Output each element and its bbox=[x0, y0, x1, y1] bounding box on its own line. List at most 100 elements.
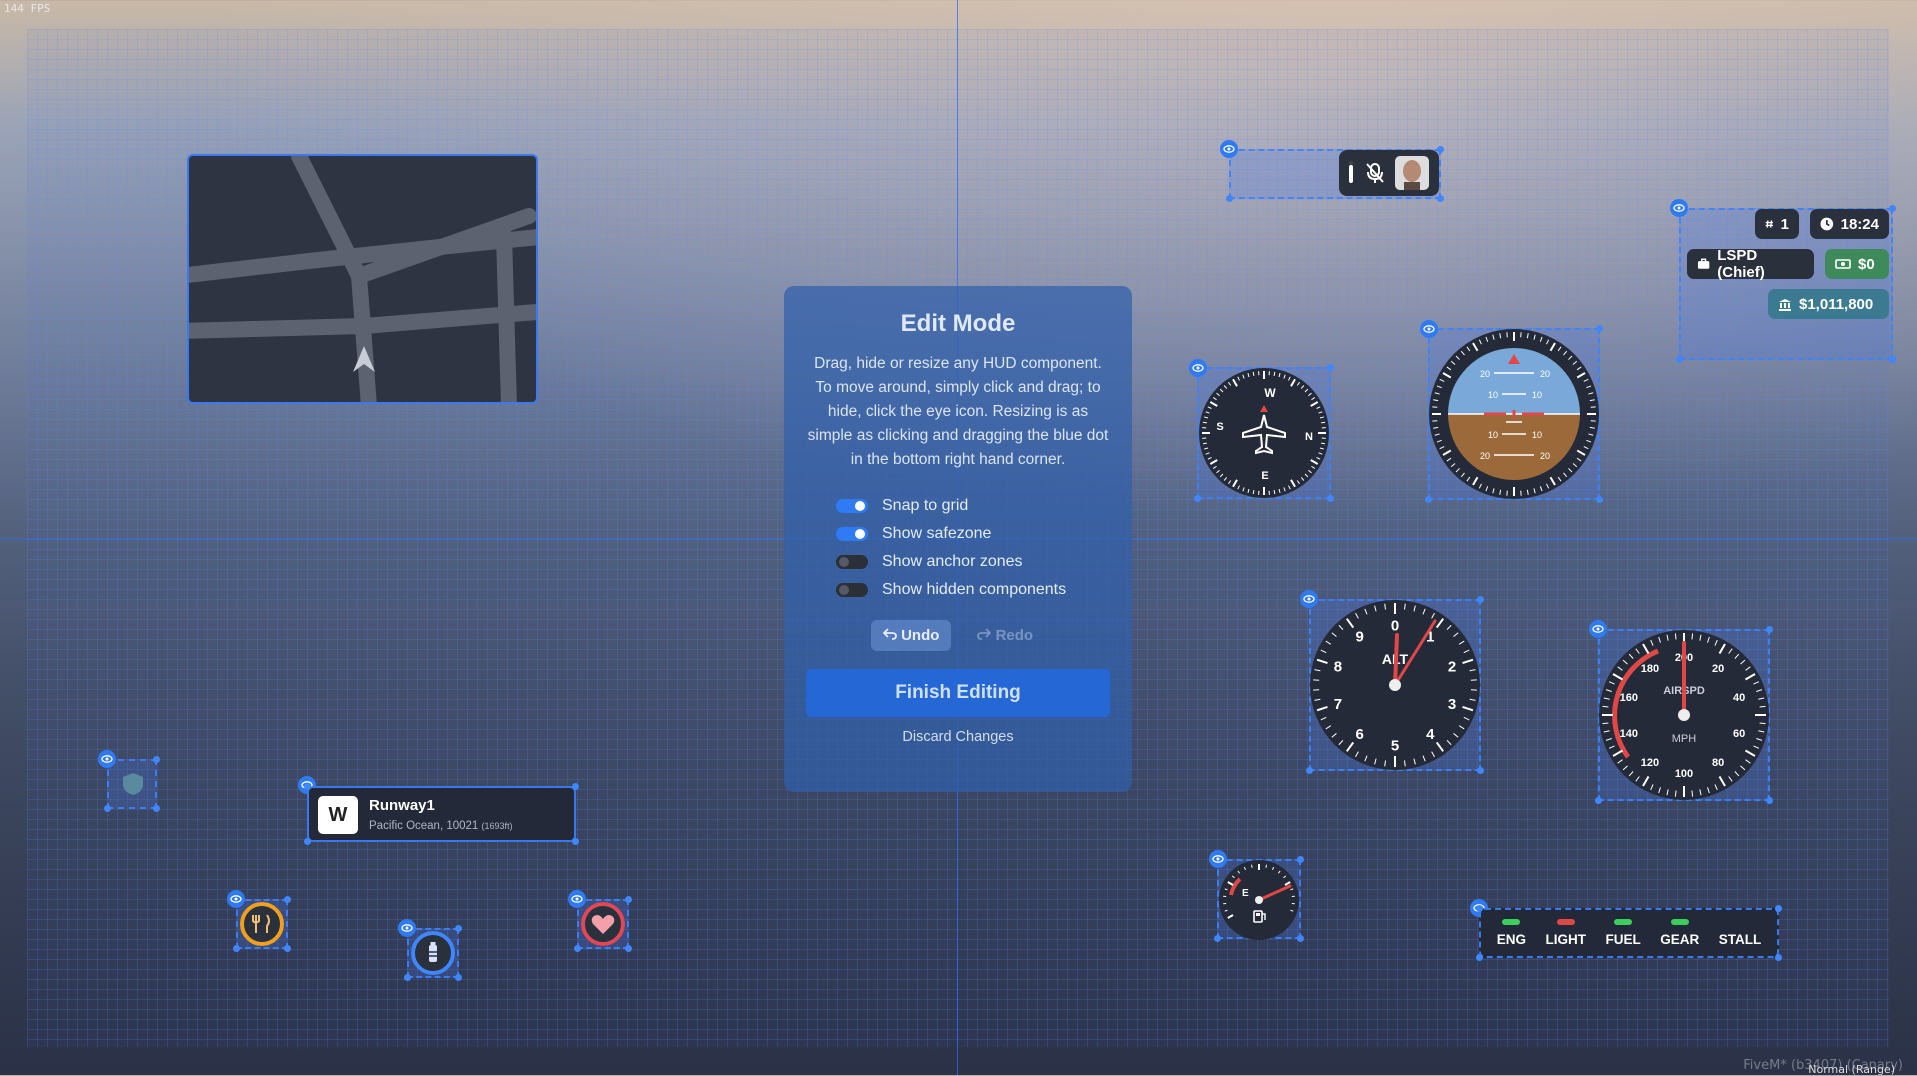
toggle-switch[interactable] bbox=[836, 555, 868, 569]
cash-pill: $0 bbox=[1825, 249, 1889, 279]
finish-editing-button[interactable]: Finish Editing bbox=[806, 669, 1110, 717]
compass-letter-w: W bbox=[1264, 386, 1276, 400]
thirst-status bbox=[408, 928, 458, 978]
server-id-pill: 1 bbox=[1755, 209, 1799, 239]
job-pill: LSPD (Chief) bbox=[1687, 249, 1814, 279]
undo-button[interactable]: Undo bbox=[871, 620, 952, 651]
gauge-tick bbox=[1760, 723, 1766, 724]
toggle-switch[interactable] bbox=[836, 499, 868, 513]
warning-lamp bbox=[1614, 919, 1632, 925]
warning-lights[interactable]: ENG LIGHT FUEL GEAR STALL bbox=[1479, 908, 1779, 958]
toggle-show-safezone[interactable]: Show safezone bbox=[836, 520, 1110, 548]
gauge-tick bbox=[1274, 372, 1275, 376]
job-label: LSPD (Chief) bbox=[1717, 247, 1804, 281]
gauge-tick bbox=[1602, 706, 1608, 707]
toggle-show-anchor-zones[interactable]: Show anchor zones bbox=[836, 548, 1110, 576]
gauge-tick bbox=[1253, 372, 1254, 376]
warning-lamp bbox=[1671, 919, 1689, 925]
gauge-tick bbox=[1253, 490, 1254, 494]
panel-description: Drag, hide or resize any HUD component. … bbox=[806, 352, 1110, 472]
eye-icon[interactable] bbox=[1670, 199, 1688, 217]
gauge-tick bbox=[1675, 633, 1676, 639]
hunger-status bbox=[237, 899, 287, 949]
attitude-indicator: 20 20 10 10 10 10 20 20 bbox=[1428, 328, 1600, 500]
zone-line: Pacific Ocean, 10021 (1693ft) bbox=[369, 820, 513, 832]
heading-indicator: W N S E bbox=[1197, 367, 1331, 499]
warning-lamp bbox=[1502, 919, 1520, 925]
toggle-snap-to-grid[interactable]: Snap to grid bbox=[836, 492, 1110, 520]
pitch-label: 10 bbox=[1488, 430, 1498, 440]
gauge-number: 20 bbox=[1712, 663, 1724, 675]
gauge-number: 140 bbox=[1620, 728, 1638, 740]
minimap-roads bbox=[189, 156, 538, 404]
gauge-tick bbox=[1321, 422, 1325, 423]
gauge-number: 6 bbox=[1356, 726, 1364, 743]
gauge-tick bbox=[1252, 865, 1253, 868]
clock-icon bbox=[1820, 217, 1834, 231]
warning-gear: GEAR bbox=[1660, 919, 1699, 947]
shield-icon bbox=[120, 771, 146, 797]
location-display[interactable]: W Runway1 Pacific Ocean, 10021 (1693ft) bbox=[307, 786, 576, 842]
fps-counter: 144 FPS bbox=[4, 2, 50, 15]
voice-box bbox=[1339, 150, 1439, 196]
gauge-number: 0 bbox=[1391, 617, 1399, 634]
gauge-number: 60 bbox=[1733, 728, 1745, 740]
gauge-tick bbox=[1321, 443, 1325, 444]
altimeter: 0123456789 ALT bbox=[1309, 599, 1481, 771]
pitch-label: 10 bbox=[1532, 390, 1542, 400]
gauge-number: 9 bbox=[1356, 629, 1364, 646]
bank-pill: $1,011,800 bbox=[1768, 289, 1889, 319]
zone-name: Pacific Ocean, 10021 bbox=[369, 820, 478, 832]
health-status bbox=[578, 899, 628, 949]
gauge-number: 7 bbox=[1334, 696, 1342, 713]
eye-icon[interactable] bbox=[1220, 140, 1238, 158]
pitch-label: 20 bbox=[1480, 451, 1490, 461]
discard-changes-button[interactable]: Discard Changes bbox=[806, 729, 1110, 745]
bank-icon bbox=[1778, 298, 1792, 311]
altitude-text: (1693ft) bbox=[482, 821, 513, 831]
compass-letter-e: E bbox=[1261, 470, 1268, 482]
warning-light: LIGHT bbox=[1545, 919, 1586, 947]
gauge-number: 80 bbox=[1712, 757, 1724, 769]
warning-stall: STALL bbox=[1719, 919, 1762, 947]
toggle-show-hidden-components[interactable]: Show hidden components bbox=[836, 576, 1110, 604]
pitch-label: 10 bbox=[1532, 430, 1542, 440]
minimap[interactable] bbox=[187, 154, 538, 404]
gauge-tick bbox=[1692, 633, 1693, 639]
avatar bbox=[1395, 156, 1429, 190]
briefcase-icon bbox=[1697, 258, 1710, 270]
hash-icon bbox=[1765, 218, 1774, 230]
gauge-tick bbox=[1203, 422, 1207, 423]
gauge-tick bbox=[1760, 706, 1766, 707]
altimeter-needle-short bbox=[1395, 635, 1397, 685]
time-pill: 18:24 bbox=[1810, 209, 1889, 239]
cash-icon bbox=[1835, 258, 1851, 270]
gauge-number: 2 bbox=[1448, 659, 1456, 676]
panel-title: Edit Mode bbox=[806, 310, 1110, 338]
toggle-switch[interactable] bbox=[836, 583, 868, 597]
compass-letter-n: N bbox=[1305, 431, 1313, 443]
gauge-tick bbox=[1692, 791, 1693, 797]
toggle-switch[interactable] bbox=[836, 527, 868, 541]
edit-mode-panel: Edit Mode Drag, hide or resize any HUD c… bbox=[784, 286, 1132, 792]
pitch-label: 10 bbox=[1488, 390, 1498, 400]
gauge-tick bbox=[1274, 490, 1275, 494]
airspeed-unit: MPH bbox=[1672, 733, 1697, 745]
warning-lamp bbox=[1557, 919, 1575, 925]
pitch-label: 20 bbox=[1540, 451, 1550, 461]
warning-fuel: FUEL bbox=[1605, 919, 1640, 947]
redo-button[interactable]: Redo bbox=[965, 620, 1045, 651]
undo-icon bbox=[883, 628, 897, 640]
warning-eng: ENG bbox=[1497, 919, 1526, 947]
gauge-tick bbox=[1675, 791, 1676, 797]
voice-range-icon bbox=[1347, 161, 1355, 185]
mic-muted-icon bbox=[1365, 162, 1385, 184]
gauge-number: 160 bbox=[1620, 692, 1638, 704]
fivem-watermark-sub: Normal (Range) bbox=[1808, 1063, 1895, 1076]
eye-icon[interactable] bbox=[98, 750, 116, 768]
cash-amount: $0 bbox=[1858, 256, 1875, 273]
fuel-empty-label: E bbox=[1242, 888, 1249, 899]
fuel-gauge: E bbox=[1218, 859, 1300, 941]
warning-lamp bbox=[1731, 919, 1749, 925]
redo-icon bbox=[977, 628, 991, 640]
